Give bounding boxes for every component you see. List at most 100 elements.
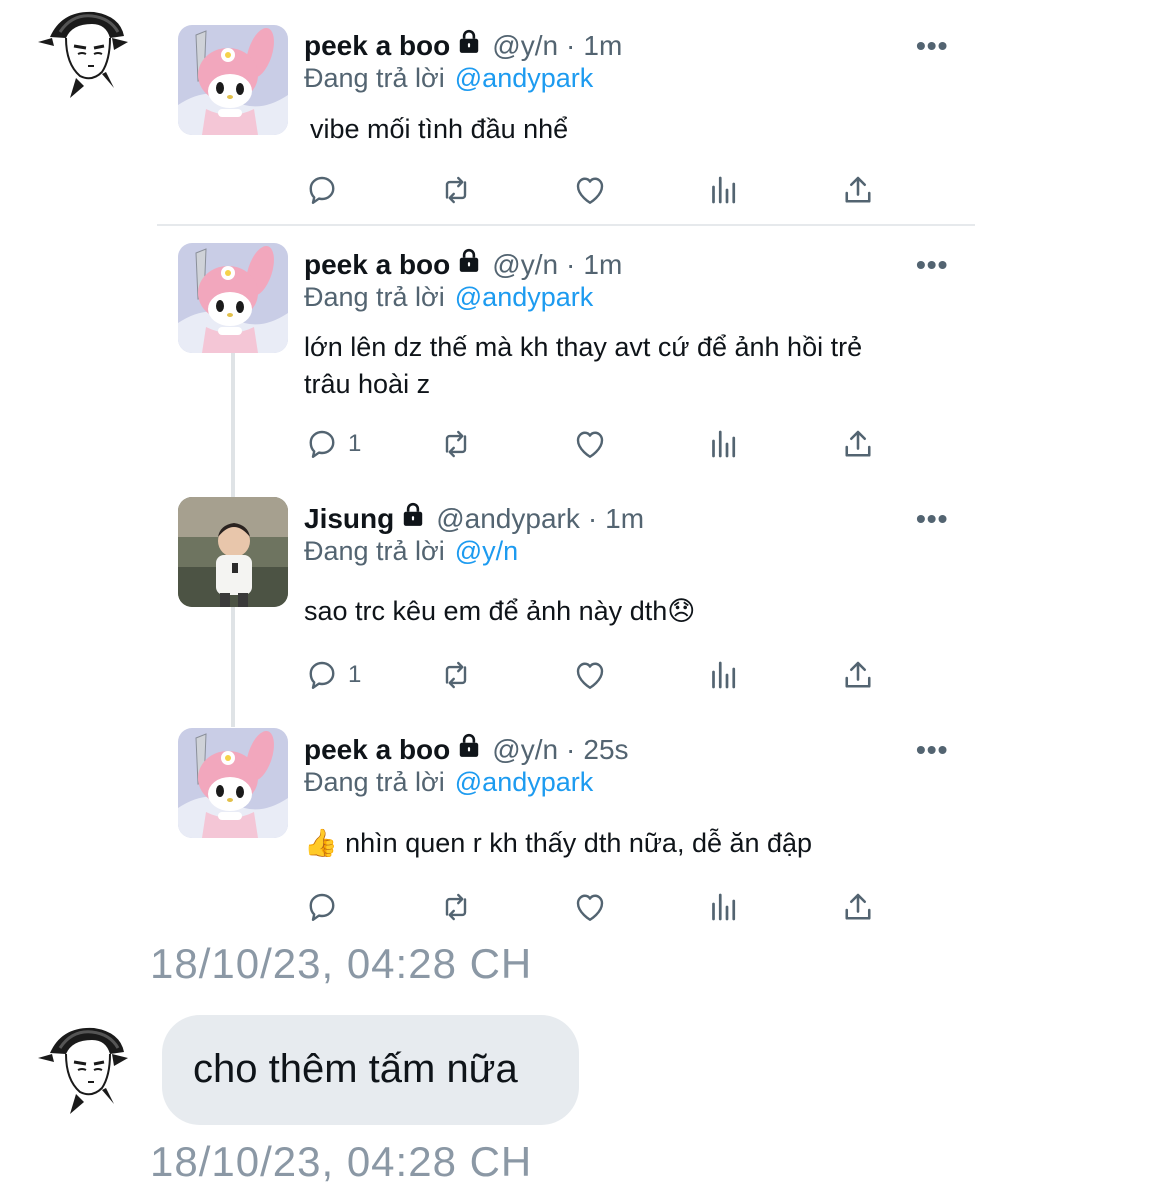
retweet-button[interactable] <box>438 657 474 693</box>
author-name[interactable]: peek a boo <box>304 30 450 62</box>
tweet-avatar[interactable] <box>178 243 288 353</box>
tweet-header: peek a boo @y/n · 1m <box>304 28 622 63</box>
replying-to: Đang trả lời @andypark <box>304 282 593 313</box>
retweet-icon <box>438 426 474 462</box>
separator-dot: · <box>587 502 598 534</box>
author-name[interactable]: peek a boo <box>304 734 450 766</box>
message-text: cho thêm tấm nữa <box>193 1047 518 1091</box>
reply-button[interactable]: 1 <box>304 657 361 693</box>
author-handle[interactable]: @andypark <box>436 503 580 535</box>
more-options-button[interactable]: ••• <box>916 30 948 62</box>
lock-icon <box>400 501 426 536</box>
tweet-time[interactable]: 1m <box>583 249 622 281</box>
retweet-icon <box>438 889 474 925</box>
share-button[interactable] <box>840 657 876 693</box>
share-button[interactable] <box>840 889 876 925</box>
reply-button[interactable] <box>304 889 340 925</box>
like-button[interactable] <box>572 426 608 462</box>
mention-link[interactable]: @andypark <box>455 282 593 312</box>
tweet-text-content: nhìn quen r kh thấy dth nữa, dễ ăn đập <box>345 828 813 858</box>
replying-prefix: Đang trả lời <box>304 536 445 566</box>
lock-icon <box>456 732 482 767</box>
share-icon <box>840 657 876 693</box>
author-name[interactable]: peek a boo <box>304 249 450 281</box>
reply-icon <box>304 426 340 462</box>
author-handle[interactable]: @y/n <box>492 30 558 62</box>
more-options-button[interactable]: ••• <box>916 734 948 766</box>
views-icon <box>706 889 742 925</box>
tweet-divider <box>157 224 975 226</box>
mention-link[interactable]: @andypark <box>455 767 593 797</box>
tweet-header: peek a boo @y/n · 25s <box>304 732 629 767</box>
tweet-text-line: trâu hoài z <box>304 369 431 399</box>
share-icon <box>840 889 876 925</box>
like-button[interactable] <box>572 657 608 693</box>
replying-to: Đang trả lời @andypark <box>304 63 593 94</box>
tweet-text-line: lớn lên dz thế mà kh thay avt cứ để ảnh … <box>304 332 863 362</box>
author-handle[interactable]: @y/n <box>492 734 558 766</box>
retweet-button[interactable] <box>438 889 474 925</box>
views-button[interactable] <box>706 172 742 208</box>
tweet-text: lớn lên dz thế mà kh thay avt cứ để ảnh … <box>304 329 984 403</box>
reply-count: 1 <box>348 661 362 688</box>
replying-prefix: Đang trả lời <box>304 767 445 797</box>
tweet-avatar[interactable] <box>178 25 288 135</box>
like-button[interactable] <box>572 172 608 208</box>
like-icon <box>572 426 608 462</box>
message-bubble[interactable]: cho thêm tấm nữa <box>162 1015 579 1125</box>
sender-avatar[interactable] <box>32 2 132 102</box>
reply-icon <box>304 889 340 925</box>
sad-face-emoji: 😞 <box>667 596 696 626</box>
message-timestamp: 18/10/23, 04:28 CH <box>150 940 533 987</box>
like-icon <box>572 657 608 693</box>
retweet-icon <box>438 657 474 693</box>
replying-prefix: Đang trả lời <box>304 63 445 93</box>
lock-icon <box>456 28 482 63</box>
like-icon <box>572 172 608 208</box>
more-options-button[interactable]: ••• <box>916 503 948 535</box>
reply-icon <box>304 172 340 208</box>
reply-icon <box>304 657 340 693</box>
like-button[interactable] <box>572 889 608 925</box>
views-button[interactable] <box>706 657 742 693</box>
more-options-button[interactable]: ••• <box>916 249 948 281</box>
tweet-avatar[interactable] <box>178 728 288 838</box>
reply-button[interactable]: 1 <box>304 426 361 462</box>
views-icon <box>706 172 742 208</box>
tweet-text: vibe mối tình đầu nhể <box>310 114 569 144</box>
reply-count: 1 <box>348 430 362 457</box>
mention-link[interactable]: @y/n <box>455 536 518 566</box>
message-timestamp: 18/10/23, 04:28 CH <box>150 1138 533 1185</box>
views-icon <box>706 657 742 693</box>
tweet-time[interactable]: 1m <box>605 503 644 535</box>
share-button[interactable] <box>840 172 876 208</box>
tweet-time[interactable]: 1m <box>583 30 622 62</box>
separator-dot: · <box>566 248 576 280</box>
separator-dot: · <box>566 29 576 61</box>
retweet-icon <box>438 172 474 208</box>
tweet-text: sao trc kêu em để ảnh này dth😞 <box>304 593 695 630</box>
sender-avatar[interactable] <box>32 1018 132 1118</box>
tweet-text-content: sao trc kêu em để ảnh này dth <box>304 596 668 626</box>
lock-icon <box>456 247 482 282</box>
replying-prefix: Đang trả lời <box>304 282 445 312</box>
author-handle[interactable]: @y/n <box>492 249 558 281</box>
replying-to: Đang trả lời @andypark <box>304 767 593 798</box>
like-icon <box>572 889 608 925</box>
views-button[interactable] <box>706 426 742 462</box>
tweet-time[interactable]: 25s <box>583 734 628 766</box>
reply-button[interactable] <box>304 172 340 208</box>
views-button[interactable] <box>706 889 742 925</box>
share-icon <box>840 426 876 462</box>
tweet-header: peek a boo @y/n · 1m <box>304 247 622 282</box>
tweet-header: Jisung @andypark · 1m <box>304 501 644 536</box>
thumbs-up-emoji: 👍 <box>304 828 338 858</box>
tweet-avatar[interactable] <box>178 497 288 607</box>
replying-to: Đang trả lời @y/n <box>304 536 518 567</box>
share-button[interactable] <box>840 426 876 462</box>
retweet-button[interactable] <box>438 426 474 462</box>
mention-link[interactable]: @andypark <box>455 63 593 93</box>
share-icon <box>840 172 876 208</box>
author-name[interactable]: Jisung <box>304 503 394 535</box>
retweet-button[interactable] <box>438 172 474 208</box>
